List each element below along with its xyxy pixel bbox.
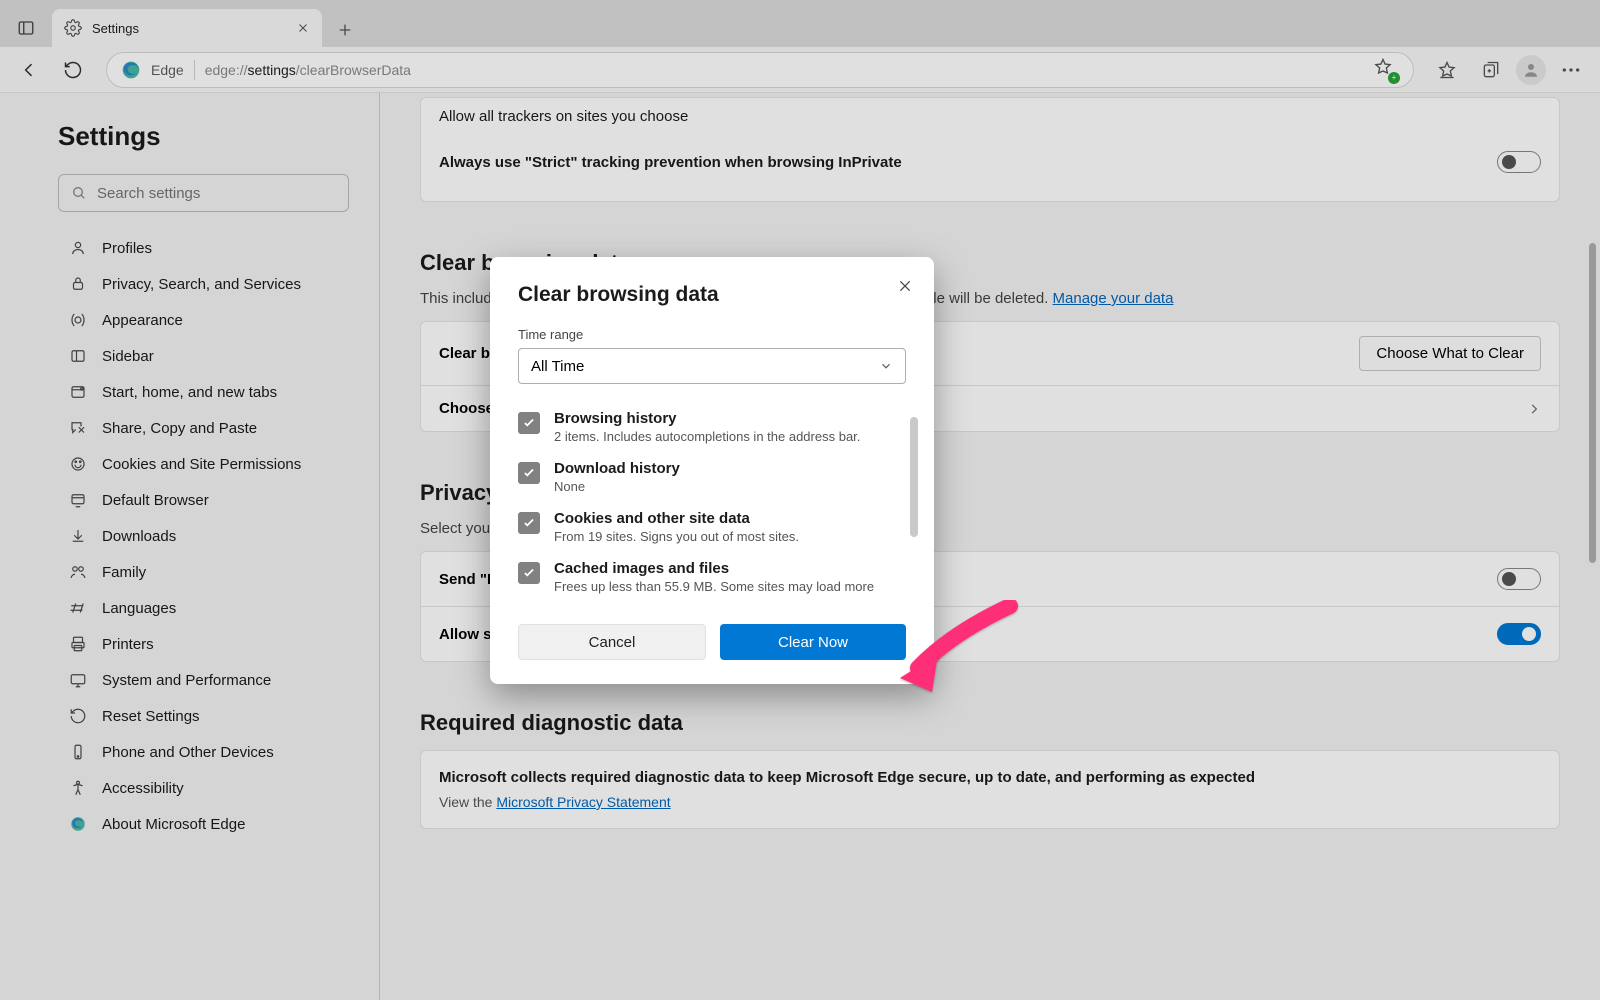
dialog-close-button[interactable] [892,273,918,299]
clear-option-2[interactable]: Cookies and other site data From 19 sites… [518,502,906,552]
time-range-label: Time range [518,327,906,342]
checkbox-icon[interactable] [518,562,540,584]
cancel-button[interactable]: Cancel [518,624,706,660]
option-title: Browsing history [554,410,860,427]
clear-option-0[interactable]: Browsing history 2 items. Includes autoco… [518,402,906,452]
chevron-down-icon [879,359,893,373]
option-title: Cookies and other site data [554,510,799,527]
time-range-value: All Time [531,358,584,375]
clear-now-button[interactable]: Clear Now [720,624,906,660]
checkbox-icon[interactable] [518,512,540,534]
clear-option-3[interactable]: Cached images and files Frees up less tha… [518,552,906,602]
option-subtitle: 2 items. Includes autocompletions in the… [554,429,860,444]
options-scrollbar[interactable] [910,417,918,537]
clear-option-1[interactable]: Download history None [518,452,906,502]
option-subtitle: None [554,479,680,494]
option-subtitle: Frees up less than 55.9 MB. Some sites m… [554,579,874,594]
clear-browsing-data-dialog: Clear browsing data Time range All Time … [490,257,934,684]
checkbox-icon[interactable] [518,462,540,484]
option-title: Download history [554,460,680,477]
option-subtitle: From 19 sites. Signs you out of most sit… [554,529,799,544]
dialog-title: Clear browsing data [518,283,906,307]
checkbox-icon[interactable] [518,412,540,434]
time-range-select[interactable]: All Time [518,348,906,384]
option-title: Cached images and files [554,560,874,577]
